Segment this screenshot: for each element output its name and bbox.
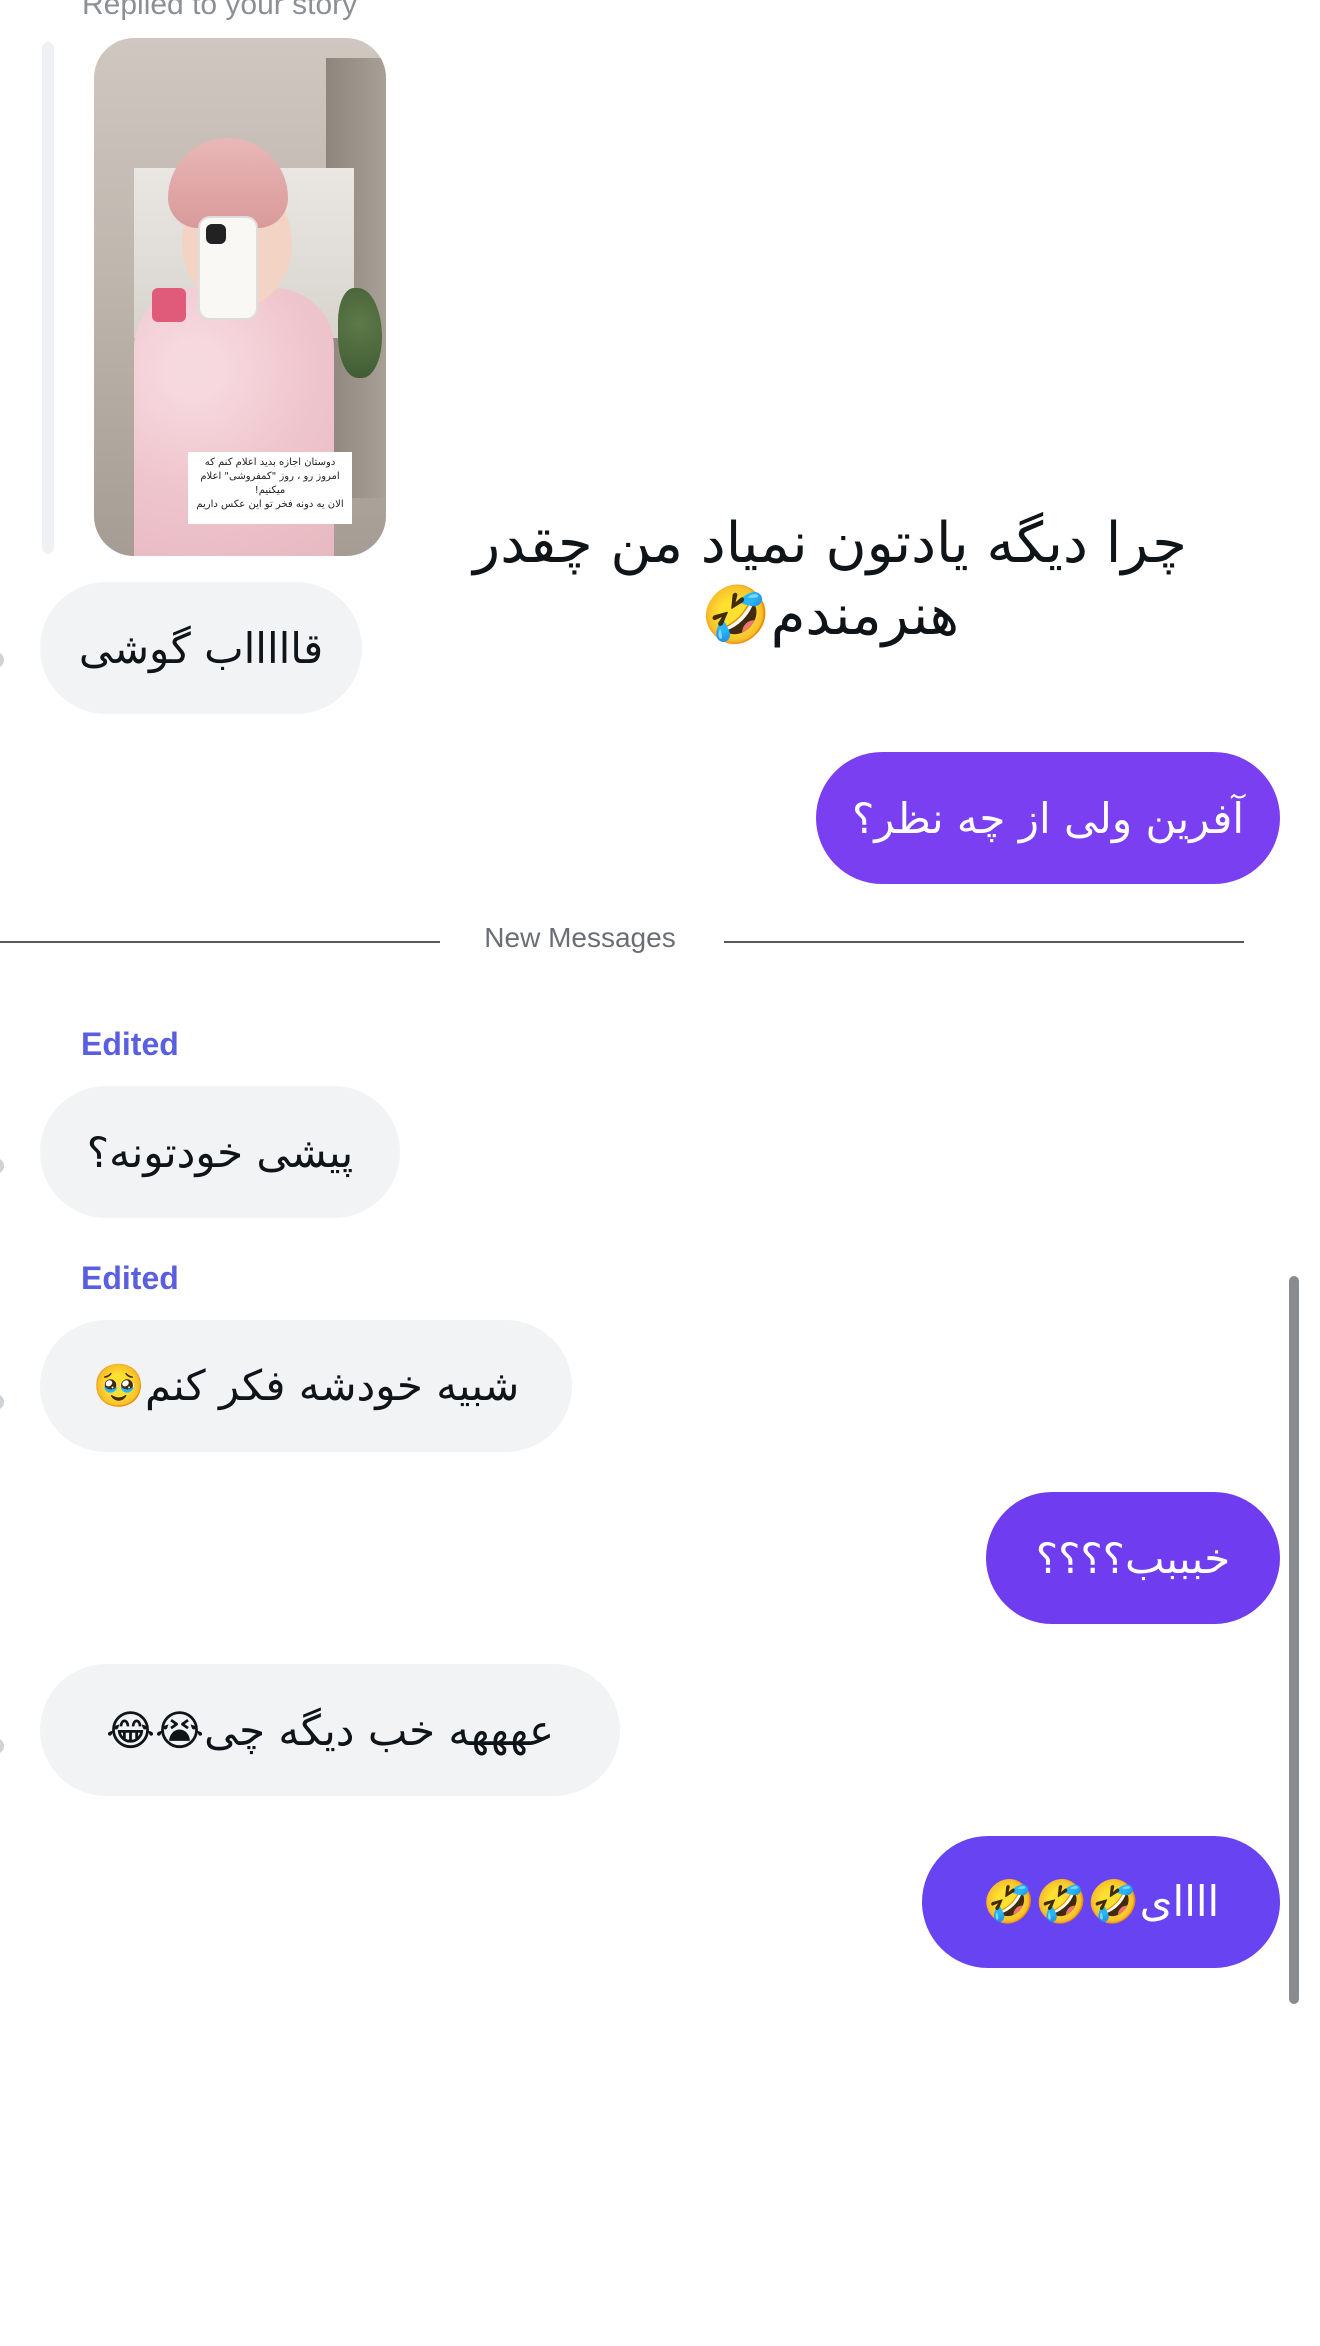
divider-line-right (724, 941, 1244, 943)
story-caption-line: الان یه دونه فخر تو این عکس داریم (196, 499, 344, 510)
sender-avatar-edge (0, 1158, 4, 1174)
message-bubble-incoming[interactable]: پیشی خودتونه؟ (40, 1086, 400, 1218)
message-text: پیشی خودتونه؟ (86, 1127, 354, 1177)
message-bubble-incoming[interactable]: قاااااب گوشی (40, 582, 362, 714)
message-bubble-incoming[interactable]: شبیه خودشه فکر کنم🥹 (40, 1320, 572, 1452)
message-text: اااای🤣🤣🤣 (982, 1877, 1220, 1926)
edited-label: Edited (81, 1260, 179, 1296)
reply-quote-bar (42, 42, 54, 554)
divider-line-left (0, 941, 440, 943)
replied-to-story-label: Replied to your story (82, 0, 358, 21)
edited-label: Edited (81, 1026, 179, 1062)
story-thumbnail[interactable]: دوستان اجازه بدید اعلام کنم که امروز رو … (94, 38, 386, 556)
message-text: خبببب؟؟؟؟ (1035, 1533, 1231, 1583)
message-text: قاااااب گوشی (78, 623, 324, 673)
message-text: شبیه خودشه فکر کنم🥹 (92, 1361, 520, 1410)
new-messages-divider: New Messages (484, 922, 676, 953)
thumb-towel (168, 138, 288, 228)
scrollbar-thumb[interactable] (1289, 1276, 1299, 2004)
thumb-cup (152, 288, 186, 322)
message-bubble-outgoing[interactable]: اااای🤣🤣🤣 (922, 1836, 1280, 1968)
thumb-phone (198, 216, 258, 320)
sender-avatar-edge (0, 1738, 4, 1754)
story-reply-text: چرا دیگه یادتون نمیاد من چقدر هنرمندم🤣 (473, 511, 1187, 648)
message-bubble-outgoing[interactable]: آفرین ولی از چه نظر؟ (816, 752, 1280, 884)
message-bubble-incoming[interactable]: عهههه خب دیگه چی😭😂 (40, 1664, 620, 1796)
story-caption-line: میکنیم! (254, 485, 286, 496)
story-caption: دوستان اجازه بدید اعلام کنم که امروز رو … (188, 452, 352, 524)
story-caption-line: دوستان اجازه بدید اعلام کنم که (204, 457, 336, 468)
message-bubble-outgoing[interactable]: خبببب؟؟؟؟ (986, 1492, 1280, 1624)
message-text: آفرین ولی از چه نظر؟ (851, 793, 1245, 843)
sender-avatar-edge (0, 1394, 4, 1410)
message-text: عهههه خب دیگه چی😭😂 (105, 1705, 555, 1755)
story-caption-line: امروز رو ، روز "کمفروشی" اعلام (200, 471, 340, 482)
sender-avatar-edge (0, 652, 4, 668)
